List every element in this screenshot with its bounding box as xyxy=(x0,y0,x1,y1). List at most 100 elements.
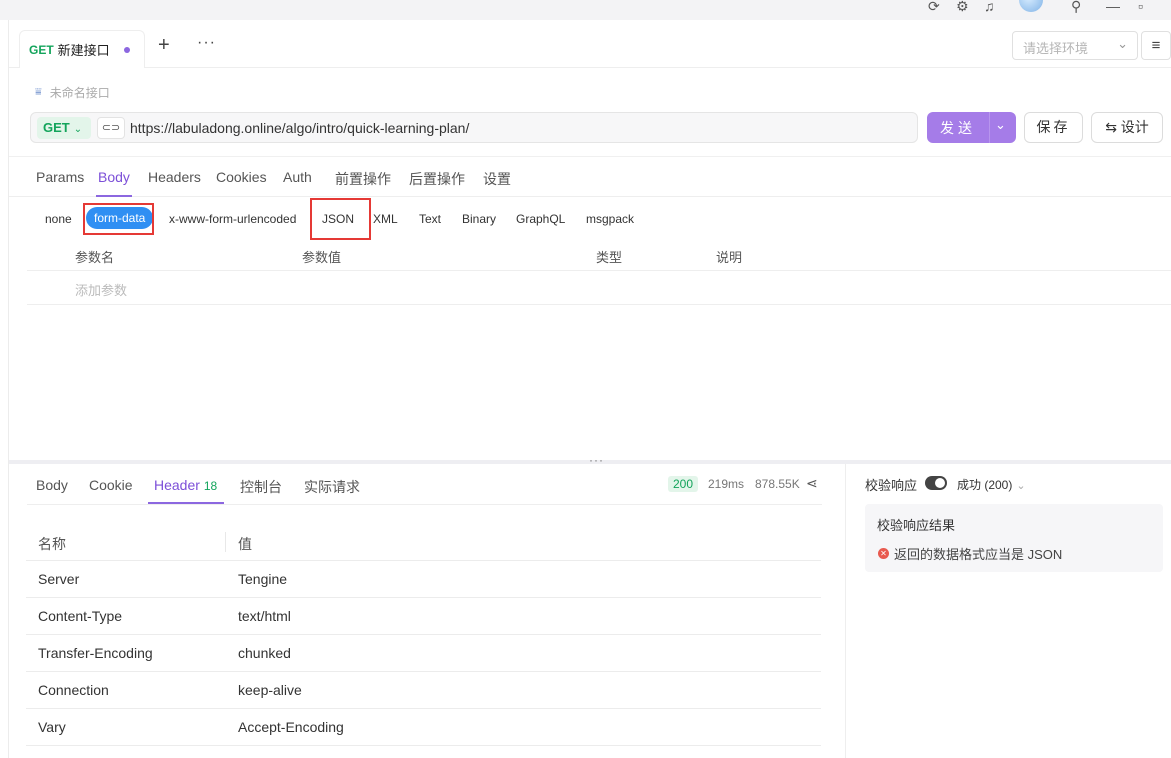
tab-response-cookie[interactable]: Cookie xyxy=(89,477,133,493)
header-name: Content-Type xyxy=(38,608,123,624)
toggle-knob xyxy=(935,478,945,488)
validate-response-label: 校验响应 xyxy=(865,478,918,493)
response-header-table: 名称 值 Server Tengine Content-Type text/ht… xyxy=(26,524,821,746)
col-param-value: 参数值 xyxy=(302,250,342,265)
response-tabs: Body Cookie Header 18 控制台 实际请求 200 219ms… xyxy=(9,464,844,505)
api-name-placeholder: 未命名接口 xyxy=(49,86,110,100)
share-icon[interactable]: ⋖ xyxy=(806,475,818,492)
header-name: Connection xyxy=(38,682,109,698)
api-client: GET 新建接口 + ··· 请选择环境 ⌄ ≡ ⩸ 未命名接口 GET ⌄ ⊂⊃… xyxy=(8,20,1171,758)
avatar[interactable] xyxy=(1019,0,1043,12)
col-param-desc: 说明 xyxy=(716,250,743,265)
chevron-down-icon: ⌄ xyxy=(1016,480,1026,492)
send-label: 发送 xyxy=(940,120,976,136)
tab-post-operations[interactable]: 后置操作 xyxy=(409,169,465,189)
url-input[interactable]: https://labuladong.online/algo/intro/qui… xyxy=(130,120,469,136)
body-type-none[interactable]: none xyxy=(45,212,72,226)
add-param-placeholder: 添加参数 xyxy=(75,283,128,298)
header-value: chunked xyxy=(238,645,291,661)
environment-placeholder: 请选择环境 xyxy=(1023,41,1089,56)
tab-response-header[interactable]: Header 18 xyxy=(154,477,217,493)
unsaved-dot-icon xyxy=(123,46,130,53)
link-icon[interactable]: ⊂⊃ xyxy=(97,117,125,139)
window-titlebar: ⟳ ⚙ ♫ ⚲ — ▫ xyxy=(0,0,1171,20)
header-value: keep-alive xyxy=(238,682,302,698)
bell-icon[interactable]: ♫ xyxy=(984,0,995,14)
new-tab-plus-icon[interactable]: + xyxy=(158,34,170,57)
send-divider xyxy=(989,112,990,143)
param-table-header: 参数名 参数值 类型 说明 xyxy=(27,240,1171,271)
highlight-box-form-data xyxy=(83,203,154,235)
design-button[interactable]: ⇆ 设计 xyxy=(1091,112,1163,143)
column-divider[interactable] xyxy=(225,532,226,552)
minimize-icon[interactable]: — xyxy=(1106,0,1120,14)
request-tabs: Params Body Headers Cookies Auth 前置操作 后置… xyxy=(9,156,1171,197)
settings-icon[interactable]: ⚙ xyxy=(956,0,969,15)
body-type-urlencoded[interactable]: x-www-form-urlencoded xyxy=(169,212,296,226)
header-name: Vary xyxy=(38,719,66,735)
table-row: Vary Accept-Encoding xyxy=(26,709,821,746)
environment-select[interactable]: 请选择环境 ⌄ xyxy=(1012,31,1138,60)
body-type-text[interactable]: Text xyxy=(419,212,441,226)
api-name-field[interactable]: ⩸ 未命名接口 xyxy=(35,84,110,101)
highlight-box-json xyxy=(310,198,371,240)
validate-response-toggle[interactable] xyxy=(925,476,947,490)
tab-method: GET xyxy=(29,42,54,57)
body-type-msgpack[interactable]: msgpack xyxy=(586,212,634,226)
tab-params[interactable]: Params xyxy=(36,169,84,185)
body-type-graphql[interactable]: GraphQL xyxy=(516,212,565,226)
validation-error-message: 返回的数据格式应当是 JSON xyxy=(894,547,1063,562)
tab-pre-operations[interactable]: 前置操作 xyxy=(335,169,391,189)
send-button[interactable]: 发送 ⌄ xyxy=(927,112,1016,143)
header-tab-label: Header xyxy=(154,477,200,493)
status-select-value: 成功 (200) xyxy=(957,478,1013,492)
tab-response-body[interactable]: Body xyxy=(36,477,68,493)
header-name: Transfer-Encoding xyxy=(38,645,153,661)
response-size: 878.55K xyxy=(755,477,800,491)
header-name: Server xyxy=(38,571,80,587)
tab-cookies[interactable]: Cookies xyxy=(216,169,267,185)
request-tab-bar: GET 新建接口 + ··· 请选择环境 ⌄ ≡ xyxy=(9,20,1171,68)
menu-icon[interactable]: ≡ xyxy=(1141,31,1171,60)
table-row: Server Tengine xyxy=(26,561,821,598)
body-type-xml[interactable]: XML xyxy=(373,212,398,226)
table-row: Content-Type text/html xyxy=(26,598,821,635)
tab-settings[interactable]: 设置 xyxy=(483,169,511,189)
header-table-head: 名称 值 xyxy=(26,524,821,561)
add-param-row[interactable]: 添加参数 xyxy=(27,271,1171,305)
pin-icon[interactable]: ⚲ xyxy=(1071,0,1081,15)
method-label: GET xyxy=(43,120,70,135)
tab-actual-request[interactable]: 实际请求 xyxy=(304,477,360,497)
col-param-name: 参数名 xyxy=(75,250,115,265)
table-row: Connection keep-alive xyxy=(26,672,821,709)
save-button[interactable]: 保存 xyxy=(1024,112,1083,143)
tab-auth[interactable]: Auth xyxy=(283,169,312,185)
body-type-selector: none form-data x-www-form-urlencoded JSO… xyxy=(9,198,709,240)
header-value: text/html xyxy=(238,608,291,624)
tab-title: 新建接口 xyxy=(57,43,110,58)
tab-body[interactable]: Body xyxy=(98,169,130,185)
chevron-down-icon: ⌄ xyxy=(73,124,83,135)
method-select[interactable]: GET ⌄ xyxy=(37,117,91,139)
chevron-down-icon[interactable]: ⌄ xyxy=(995,117,1006,133)
more-icon[interactable]: ··· xyxy=(197,34,216,52)
restore-icon[interactable]: ▫ xyxy=(1138,0,1143,14)
active-tab-underline xyxy=(96,195,132,197)
validation-error: ✕ 返回的数据格式应当是 JSON xyxy=(878,544,1062,563)
refresh-icon[interactable]: ⟳ xyxy=(928,0,940,15)
chevron-down-icon: ⌄ xyxy=(1117,36,1128,51)
col-header-name: 名称 xyxy=(38,536,66,552)
request-tab[interactable]: GET 新建接口 xyxy=(19,30,145,68)
header-count-badge: 18 xyxy=(203,479,218,493)
response-tabs-divider xyxy=(27,504,822,505)
header-value: Tengine xyxy=(238,571,288,587)
status-select[interactable]: 成功 (200) ⌄ xyxy=(957,476,1026,493)
validation-result-panel: 校验响应结果 ✕ 返回的数据格式应当是 JSON xyxy=(865,504,1163,572)
error-icon: ✕ xyxy=(878,548,889,559)
response-panel-divider xyxy=(845,464,846,758)
tab-headers[interactable]: Headers xyxy=(148,169,201,185)
tab-console[interactable]: 控制台 xyxy=(240,477,282,497)
body-type-binary[interactable]: Binary xyxy=(462,212,496,226)
url-bar: GET ⌄ ⊂⊃ https://labuladong.online/algo/i… xyxy=(30,112,918,143)
col-header-value: 值 xyxy=(238,536,252,552)
